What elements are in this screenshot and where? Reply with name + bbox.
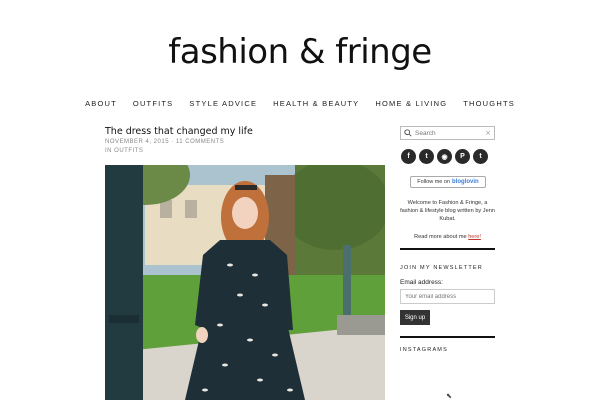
nav-health-beauty[interactable]: HEALTH & BEAUTY <box>265 99 367 108</box>
cursor-icon: ⬉ <box>446 392 452 400</box>
pinterest-icon[interactable]: P <box>455 149 470 164</box>
read-more-text: Read more about me <box>414 234 467 240</box>
clear-search-icon[interactable]: × <box>485 129 491 137</box>
email-label: Email address: <box>400 279 443 286</box>
nav-about[interactable]: ABOUT <box>77 99 125 108</box>
instagram-title: INSTAGRAMS <box>400 347 448 353</box>
read-more: Read more about me here! <box>400 234 495 240</box>
nav-home-living[interactable]: HOME & LIVING <box>367 99 455 108</box>
post-meta: NOVEMBER 4, 2015 · 11 COMMENTS <box>105 139 225 145</box>
read-more-link[interactable]: here! <box>468 234 481 240</box>
post-title[interactable]: The dress that changed my life <box>105 126 253 137</box>
tumblr-icon[interactable]: t <box>473 149 488 164</box>
bloglovin-follow-button[interactable]: Follow me on bloglovin <box>410 176 486 188</box>
post-category[interactable]: in OUTFITS <box>105 148 143 154</box>
nav-style-advice[interactable]: STYLE ADVICE <box>181 99 265 108</box>
search-box[interactable]: × <box>400 126 495 140</box>
twitter-icon[interactable]: t <box>419 149 434 164</box>
bloglovin-brand: bloglovin <box>452 179 479 185</box>
divider <box>400 336 495 338</box>
welcome-text: Welcome to Fashion & Fringe, a fashion &… <box>400 200 495 222</box>
divider <box>400 248 495 250</box>
post-image[interactable] <box>105 165 385 400</box>
nav-outfits[interactable]: OUTFITS <box>125 99 181 108</box>
email-field[interactable] <box>400 289 495 304</box>
facebook-icon[interactable]: f <box>401 149 416 164</box>
search-input[interactable] <box>415 129 477 137</box>
site-title[interactable]: fashion & fringe <box>0 32 600 72</box>
search-icon <box>404 129 412 137</box>
signup-button[interactable]: Sign up <box>400 310 430 325</box>
main-nav: ABOUT OUTFITS STYLE ADVICE HEALTH & BEAU… <box>0 99 600 108</box>
bloglovin-prefix: Follow me on <box>417 179 451 185</box>
rss-icon[interactable]: ◉ <box>437 149 452 164</box>
social-links: f t ◉ P t <box>401 149 488 164</box>
post-photo-illustration <box>105 165 385 400</box>
nav-thoughts[interactable]: THOUGHTS <box>455 99 523 108</box>
newsletter-title: JOIN MY NEWSLETTER <box>400 265 483 271</box>
